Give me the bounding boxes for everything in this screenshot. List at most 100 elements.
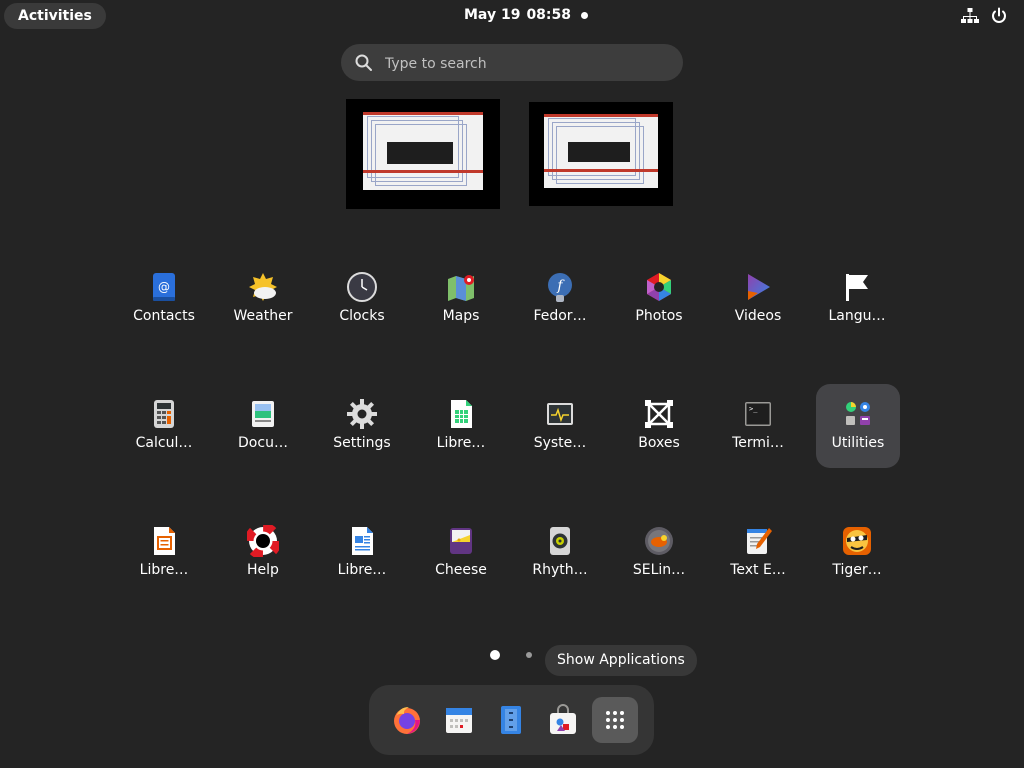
app-system-monitor[interactable]: Syste… [518,384,602,468]
calculator-icon [154,400,174,428]
app-calculator[interactable]: Calcul… [122,384,206,468]
app-label: Cheese [435,562,487,578]
window-thumbnail[interactable] [363,112,483,190]
utilities-folder-icon [846,402,870,425]
app-label: Libre… [436,435,486,451]
gear-icon [347,399,377,429]
top-bar: Activities May 19 08:58 [0,0,1024,32]
contacts-icon: @ [153,273,175,301]
dock-firefox[interactable] [384,697,430,743]
app-label: Libre… [139,562,189,578]
language-flag-icon [846,274,868,301]
rhythmbox-icon [550,527,570,555]
app-label: Termi… [732,435,784,451]
app-tigervnc[interactable]: Tiger… [815,511,899,595]
app-libreoffice-impress[interactable]: Libre… [122,511,206,595]
text-editor-icon [747,528,772,554]
tigervnc-icon [843,527,871,555]
app-clocks[interactable]: Clocks [320,257,404,341]
activities-button[interactable]: Activities [4,3,106,29]
boxes-icon [645,400,673,428]
page-dot-1[interactable] [490,650,500,660]
search-bar[interactable] [341,44,683,83]
app-label: Libre… [337,562,387,578]
app-boxes[interactable]: Boxes [617,384,701,468]
app-label: Help [247,562,279,578]
app-text-editor[interactable]: Text E… [716,511,800,595]
app-label: Syste… [533,435,587,451]
show-applications-tooltip: Show Applications [545,645,697,676]
calendar-icon [446,708,472,733]
app-label: Contacts [133,308,195,324]
dock-calendar[interactable] [436,697,482,743]
app-document-viewer[interactable]: Docu… [221,384,305,468]
app-cheese[interactable]: Cheese [419,511,503,595]
fedora-icon: f [548,273,572,302]
app-label: SELin… [632,562,686,578]
search-input[interactable] [383,44,667,83]
software-icon [550,704,576,734]
help-lifebuoy-icon [247,525,279,557]
search-icon [355,54,372,71]
libreoffice-writer-icon [352,527,373,555]
app-label: Rhyth… [532,562,588,578]
network-icon[interactable] [961,7,979,25]
app-label: Docu… [238,435,288,451]
dock-files[interactable] [488,697,534,743]
app-label: Clocks [339,308,385,324]
clock[interactable]: May 19 08:58 [464,7,577,23]
app-label: Videos [734,308,782,324]
maps-icon [448,275,474,301]
app-selinux[interactable]: SELin… [617,511,701,595]
clock-time: 08:58 [526,7,572,23]
app-label: Langu… [828,308,886,324]
show-applications-icon [606,711,624,729]
dock-show-applications[interactable] [592,697,638,743]
app-label: Fedor… [533,308,587,324]
clocks-icon [347,272,377,302]
clock-date: May 19 [464,7,521,23]
app-weather[interactable]: Weather [221,257,305,341]
app-maps[interactable]: Maps [419,257,503,341]
notification-dot [581,12,588,19]
app-rhythmbox[interactable]: Rhyth… [518,511,602,595]
app-label: Calcul… [135,435,193,451]
app-contacts[interactable]: @ Contacts [122,257,206,341]
selinux-icon [645,527,673,555]
app-libreoffice-writer[interactable]: Libre… [320,511,404,595]
window-thumbnail[interactable] [544,114,658,188]
app-label: Boxes [638,435,680,451]
app-label: Tiger… [832,562,882,578]
app-videos[interactable]: Videos [716,257,800,341]
power-icon[interactable] [990,7,1008,25]
dock [369,685,654,755]
app-terminal[interactable]: >_ Termi… [716,384,800,468]
app-label: Utilities [831,435,885,451]
firefox-icon [394,707,420,734]
system-monitor-icon [547,403,573,425]
svg-text:@: @ [158,280,170,294]
app-label: Settings [333,435,391,451]
photos-icon [647,273,671,301]
cheese-icon [450,528,472,554]
app-language[interactable]: Langu… [815,257,899,341]
terminal-icon: >_ [745,402,771,426]
app-folder-utilities[interactable]: Utilities [816,384,900,468]
app-help[interactable]: Help [221,511,305,595]
app-photos[interactable]: Photos [617,257,701,341]
app-label: Maps [442,308,480,324]
videos-icon [748,274,770,300]
libreoffice-calc-icon [451,400,472,428]
app-libreoffice-calc[interactable]: Libre… [419,384,503,468]
page-dot-2[interactable] [526,652,532,658]
workspace-thumbnail-1[interactable] [346,99,500,209]
app-fedora[interactable]: f Fedor… [518,257,602,341]
libreoffice-impress-icon [154,527,175,555]
dock-software[interactable] [540,697,586,743]
svg-text:>_: >_ [749,405,758,413]
app-label: Weather [233,308,293,324]
app-settings[interactable]: Settings [320,384,404,468]
workspace-thumbnail-2[interactable] [529,102,673,206]
app-label: Photos [635,308,683,324]
files-icon [501,706,521,734]
